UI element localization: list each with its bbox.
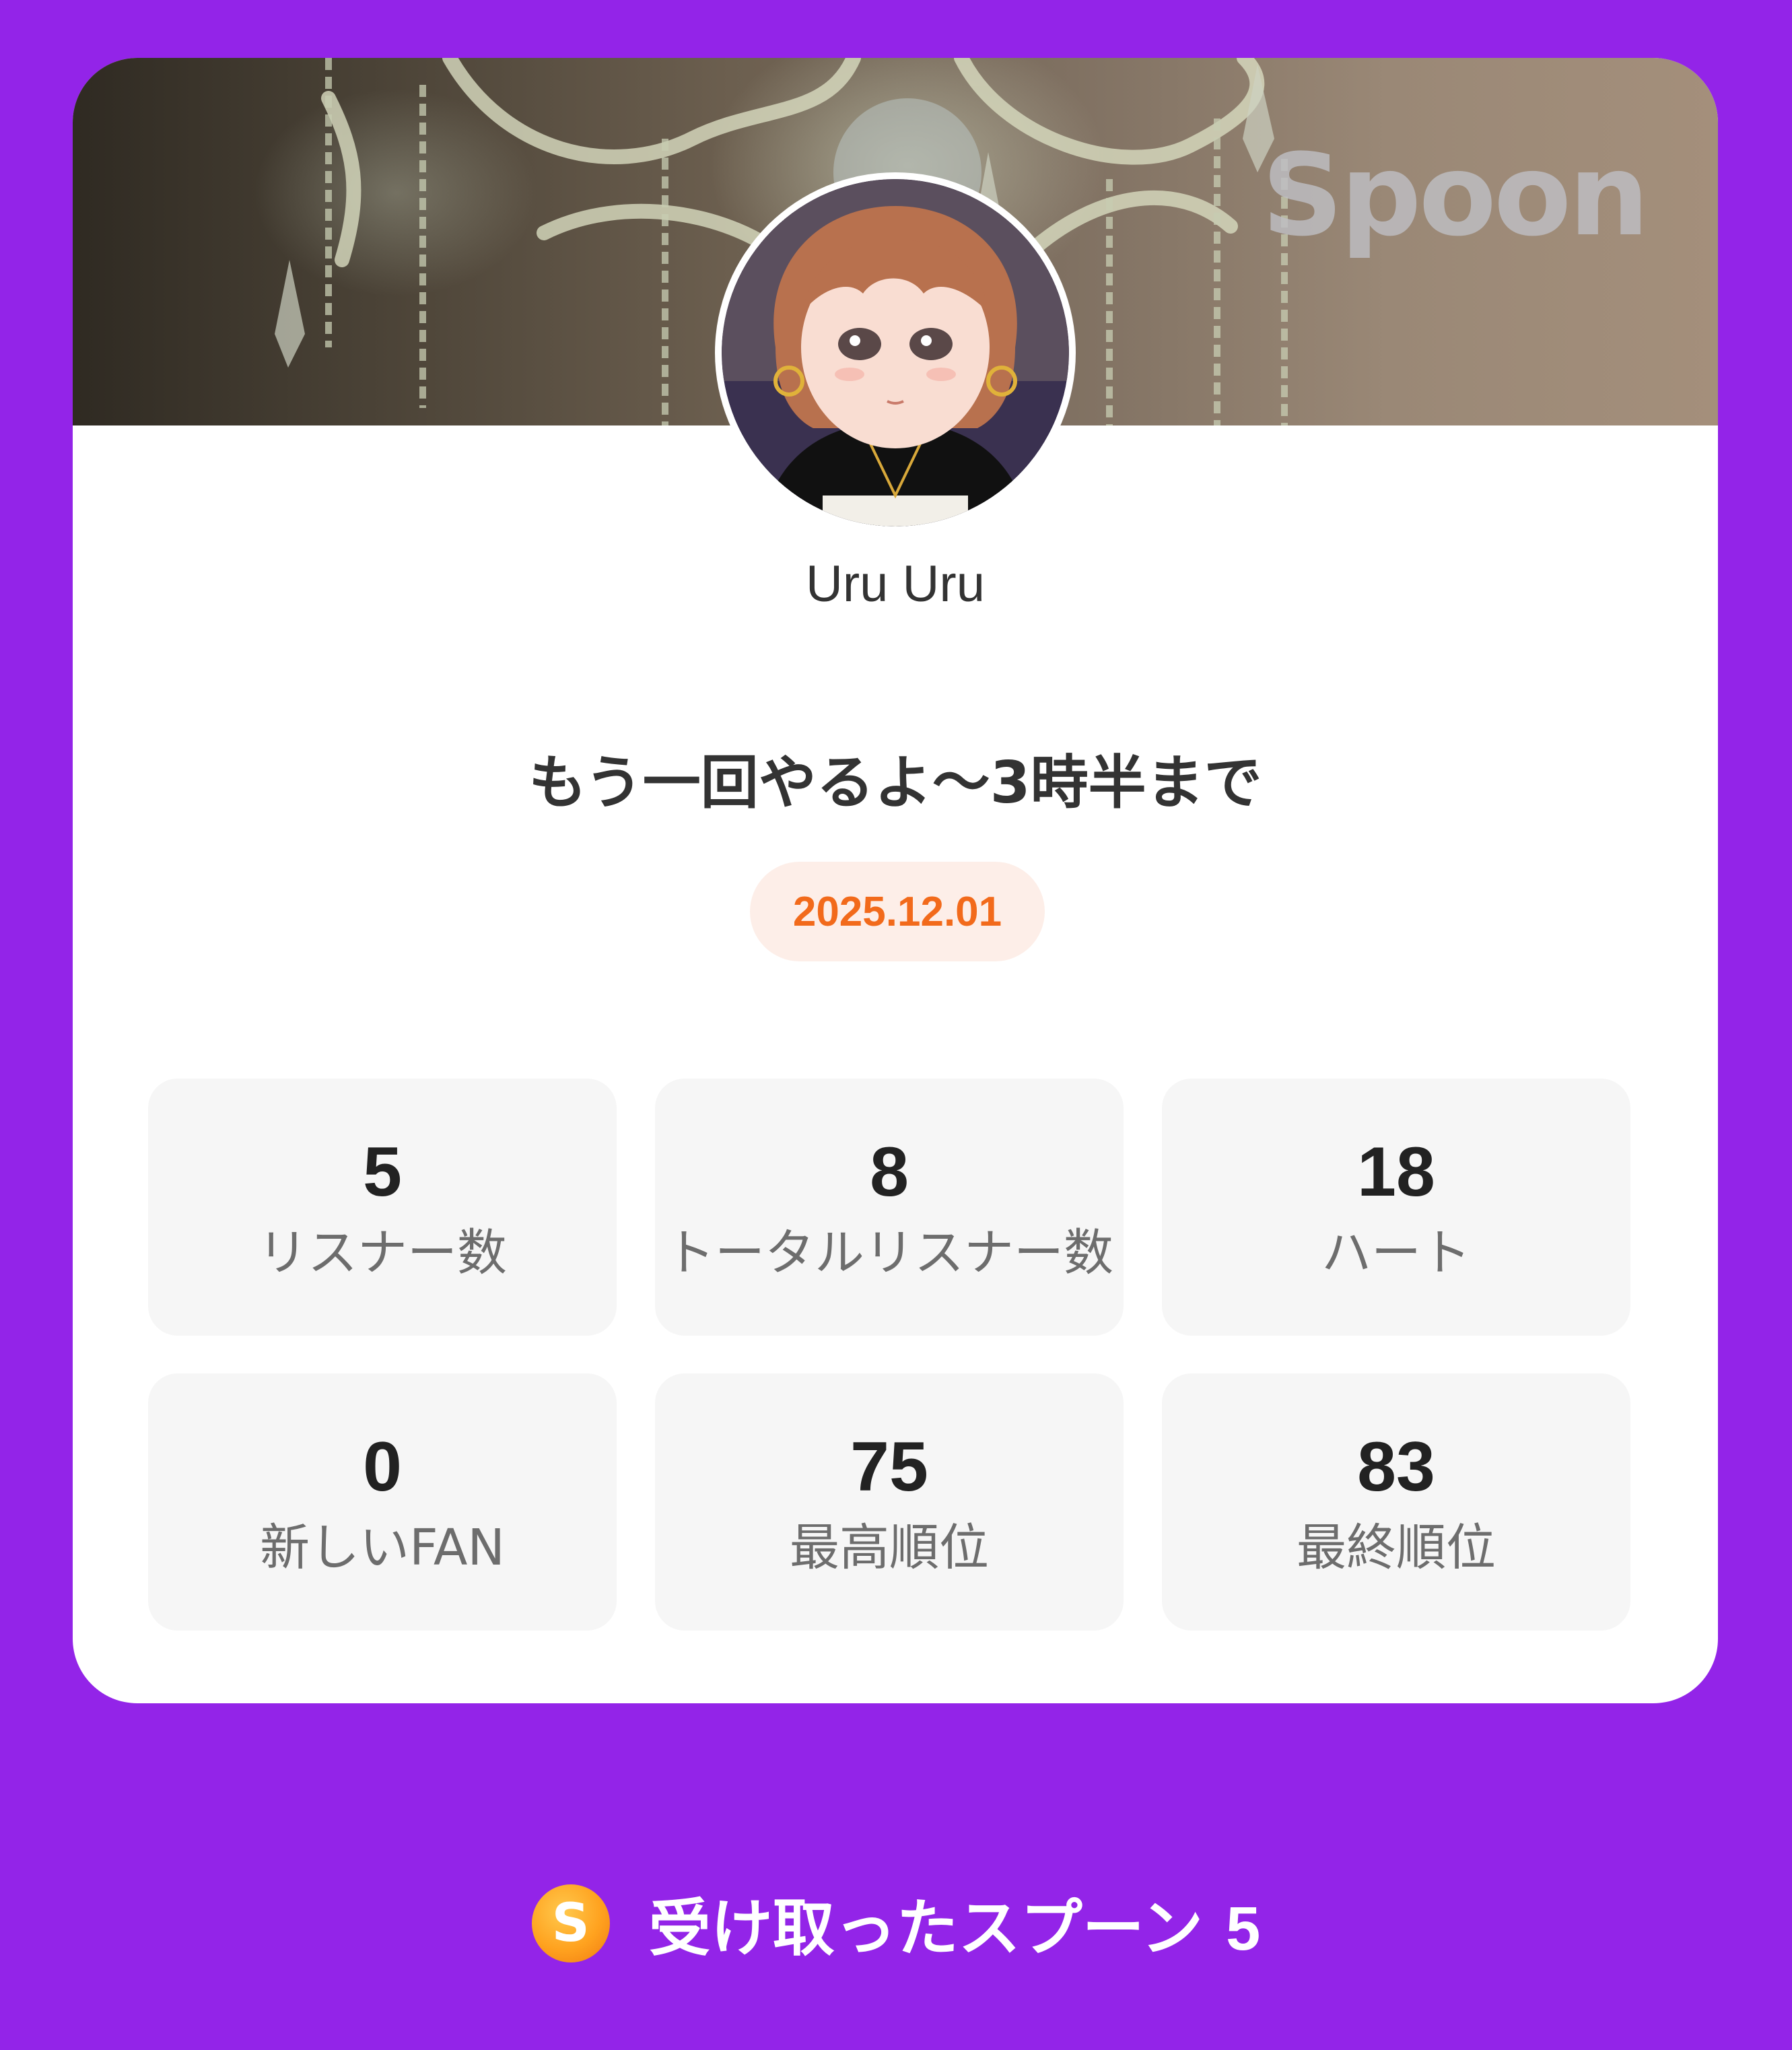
stat-new-fans: 0 新しいFAN [148,1373,617,1631]
live-title: もう一回やるよ～3時半まで [528,749,1262,817]
username: Uru Uru [805,555,986,613]
stat-highest-rank: 75 最高順位 [655,1373,1124,1631]
stat-label: 最高順位 [790,1518,989,1577]
stat-listeners: 5 リスナー数 [148,1079,617,1336]
stat-value: 75 [850,1428,928,1507]
stat-label: トータルリスナー数 [665,1223,1113,1282]
spoon-coin-icon: S [531,1884,610,1962]
received-spoons: S 受け取ったスプーン 5 [0,1878,1792,1968]
stats-grid: 5 リスナー数 8 トータルリスナー数 18 ハート 0 新しいFAN 75 最… [148,1079,1630,1631]
received-spoons-count: 5 [1226,1894,1261,1963]
stat-value: 18 [1357,1133,1435,1212]
received-spoons-label: 受け取ったスプーン [648,1892,1204,1964]
stat-total-listeners: 8 トータルリスナー数 [655,1079,1124,1336]
stat-value: 5 [363,1133,402,1212]
stat-label: ハート [1321,1223,1471,1282]
stat-label: リスナー数 [258,1223,507,1282]
avatar-image [722,179,1069,526]
avatar[interactable] [715,172,1076,533]
stat-hearts: 18 ハート [1162,1079,1630,1336]
stat-label: 最終順位 [1297,1518,1496,1577]
date-badge: 2025.12.01 [750,862,1045,961]
stat-final-rank: 83 最終順位 [1162,1373,1630,1631]
stat-label: 新しいFAN [260,1518,505,1577]
stat-value: 8 [870,1133,909,1212]
live-summary-card: Spoon Uru Uru もう一回やるよ～3時半まで 2025.12.01 5… [73,58,1718,1703]
stat-value: 0 [363,1428,402,1507]
stat-value: 83 [1357,1428,1435,1507]
spoon-logo: Spoon [1262,129,1649,261]
